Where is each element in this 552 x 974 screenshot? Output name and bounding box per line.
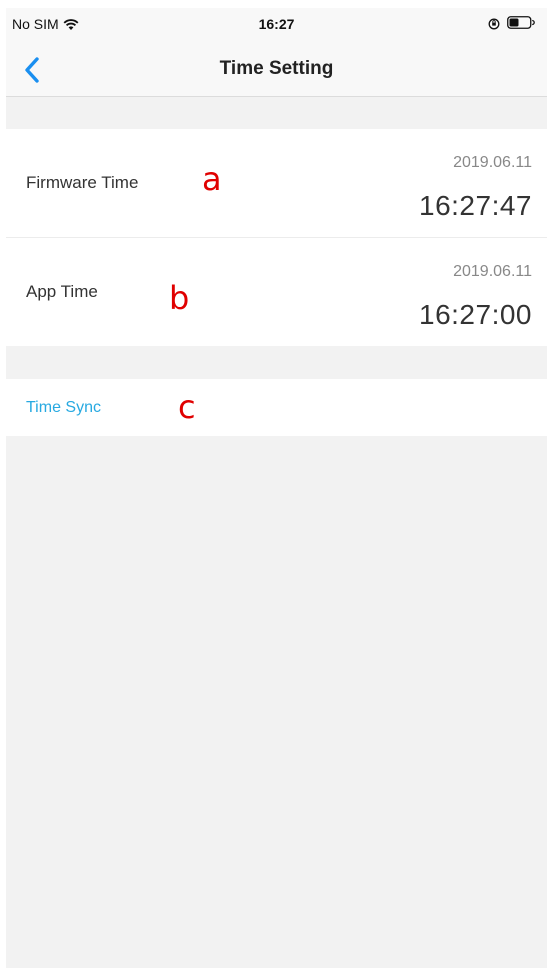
firmware-time-label: Firmware Time xyxy=(26,173,139,192)
time-sync-button[interactable]: Time Sync c xyxy=(6,379,547,436)
status-clock: 16:27 xyxy=(258,16,295,32)
status-bar: No SIM 16:27 xyxy=(6,8,547,42)
battery-icon xyxy=(507,16,535,29)
page-title: Time Setting xyxy=(219,58,334,79)
app-time-label: App Time xyxy=(26,282,98,301)
top-bar: No SIM 16:27 Time Setting xyxy=(6,8,547,97)
app-time-value: 16:27:00 xyxy=(419,299,532,330)
time-sync-label: Time Sync xyxy=(26,399,101,416)
orientation-lock-icon xyxy=(488,17,500,29)
annotation-marker-a: a xyxy=(202,160,222,198)
phone-screen: No SIM 16:27 Time Setting Firmware Time … xyxy=(6,8,547,968)
app-date-value: 2019.06.11 xyxy=(453,263,532,280)
status-icons xyxy=(488,16,535,29)
annotation-marker-c: c xyxy=(178,388,196,426)
firmware-time-row: Firmware Time a 2019.06.11 16:27:47 xyxy=(6,129,547,238)
navigation-bar: Time Setting xyxy=(6,42,547,96)
firmware-date-value: 2019.06.11 xyxy=(453,154,532,171)
app-time-row: App Time b 2019.06.11 16:27:00 xyxy=(6,238,547,346)
annotation-marker-b: b xyxy=(169,279,190,317)
firmware-time-value: 16:27:47 xyxy=(419,190,532,221)
